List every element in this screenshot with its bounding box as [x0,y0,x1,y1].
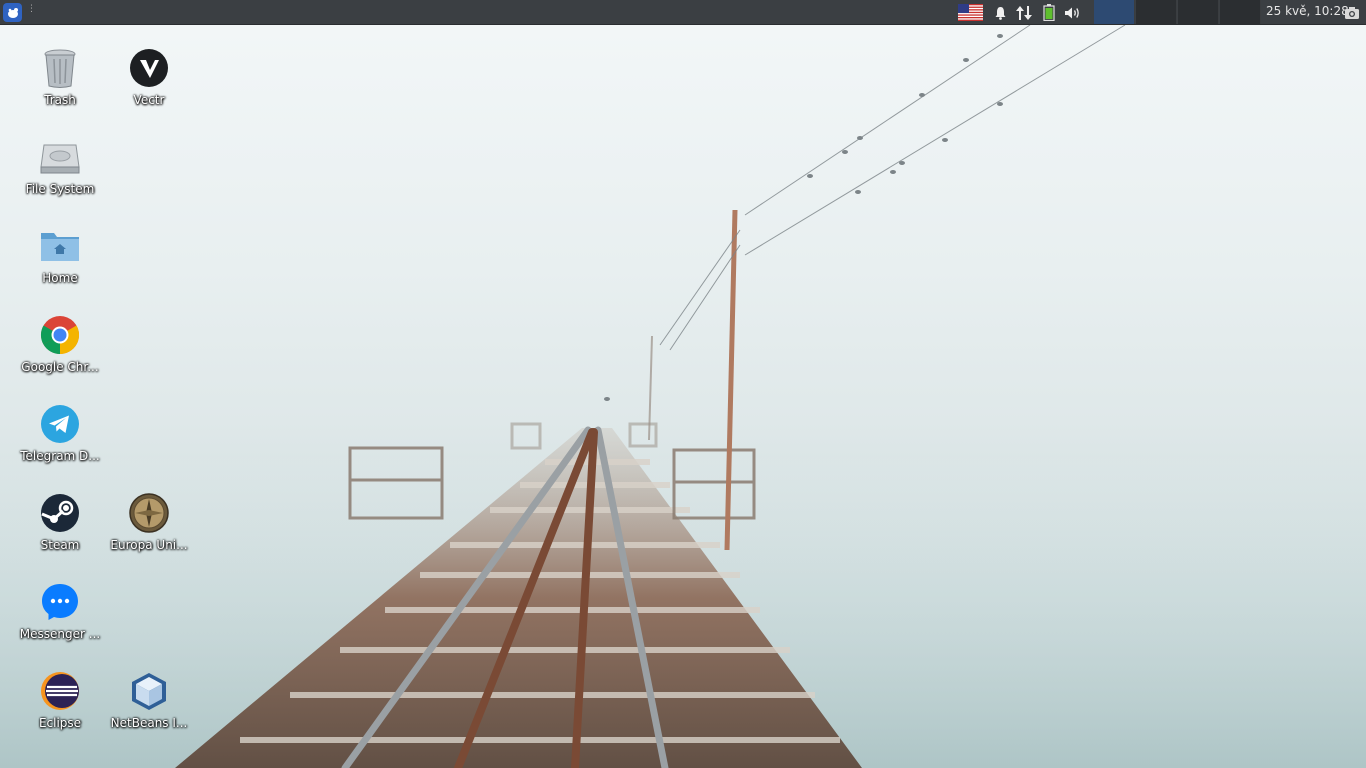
desktop-icon-google-chrome[interactable]: Google Chr... [15,313,105,374]
network-icon [1016,5,1032,20]
desktop-icon-steam[interactable]: Steam [15,491,105,552]
chrome-icon [40,316,80,355]
panel-handle[interactable]: ⋮ [27,5,36,18]
desktop-icon-label: Vectr [133,93,165,107]
desktop-icon-label: Steam [40,538,80,552]
desktop-icon-eclipse[interactable]: Eclipse [15,669,105,730]
wallpaper [0,24,1366,768]
netbeans-icon [132,673,166,710]
steam-icon [41,494,79,532]
eclipse-icon [41,672,79,710]
us-flag-icon [957,4,983,21]
desktop-icon-label: Trash [44,93,76,107]
desktop-icon-label: Google Chr... [21,360,99,374]
battery-button[interactable] [1040,2,1058,23]
vectr-icon [130,49,168,87]
compass-icon [129,493,169,533]
desktop-icon-messenger[interactable]: Messenger ... [15,580,105,641]
volume-icon [1064,7,1079,18]
messenger-icon [42,584,78,620]
clock[interactable]: 25 kvě, 10:28 [1266,4,1349,18]
workspace-3[interactable] [1178,0,1219,24]
telegram-icon [41,405,79,443]
keyboard-layout-indicator[interactable] [957,2,983,23]
volume-button[interactable] [1062,2,1082,23]
desktop-icon-telegram[interactable]: Telegram D... [15,402,105,463]
desktop-icon-label: Home [42,271,78,285]
desktop-icon-label: Europa Uni... [110,538,188,552]
workspace-2[interactable] [1136,0,1177,24]
network-button[interactable] [1014,2,1034,23]
camera-icon [1345,7,1359,19]
desktop-icon-vectr[interactable]: Vectr [104,46,194,107]
desktop-icon-file-system[interactable]: File System [15,135,105,196]
drive-icon [40,144,80,174]
workspace-1[interactable] [1094,0,1135,24]
desktop-icon-label: Messenger ... [19,627,101,641]
desktop-icon-home[interactable]: Home [15,224,105,285]
desktop-icon-trash[interactable]: Trash [15,46,105,107]
desktop[interactable]: ⋮ 25 kvě, 10:28 Trash Vectr File System … [0,0,1366,768]
show-desktop-button[interactable] [1344,5,1360,19]
desktop-icon-europa-universalis[interactable]: Europa Uni... [104,491,194,552]
xfce-mouse-icon [7,7,18,18]
notifications-button[interactable] [991,2,1009,23]
applications-menu-button[interactable] [3,3,22,22]
desktop-icon-label: Telegram D... [20,449,100,463]
desktop-icon-label: NetBeans I... [110,716,188,730]
trash-icon [44,49,76,88]
desktop-icon-label: Eclipse [38,716,82,730]
desktop-icon-label: File System [25,182,95,196]
top-panel: ⋮ 25 kvě, 10:28 [0,0,1366,25]
desktop-icon-netbeans[interactable]: NetBeans I... [104,669,194,730]
bell-icon [995,6,1005,20]
battery-icon [1043,4,1055,21]
workspace-4[interactable] [1220,0,1261,24]
home-folder-icon [41,233,79,261]
